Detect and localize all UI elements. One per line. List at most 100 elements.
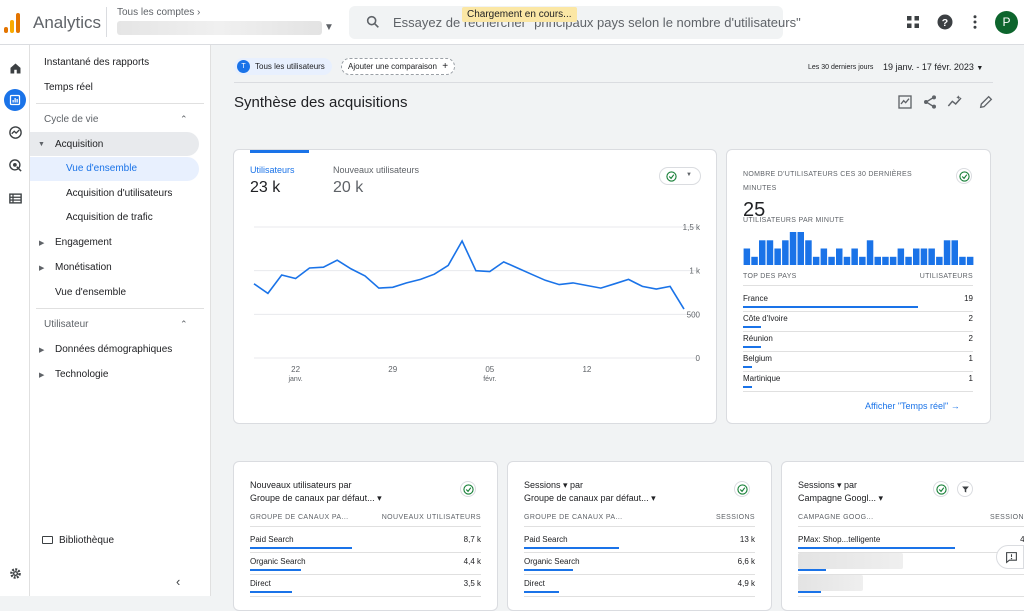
row-share-bar <box>798 591 822 593</box>
date-range-picker[interactable]: 19 janv. - 17 févr. 2023 ▼ <box>883 62 983 72</box>
nav-section-user[interactable]: Utilisateur <box>44 319 88 330</box>
caret-right-icon[interactable]: ▶ <box>39 346 44 354</box>
help-icon[interactable]: ? <box>936 13 954 31</box>
add-comparison-label: Ajouter une comparaison <box>348 62 437 71</box>
share-icon[interactable] <box>922 94 938 110</box>
card-dimension-title[interactable]: Groupe de canaux par défaut... ▾ <box>524 493 656 504</box>
reports-icon[interactable] <box>4 89 26 111</box>
table-row[interactable]: 8 <box>798 553 1024 577</box>
all-users-chip[interactable]: T Tous les utilisateurs <box>234 58 332 75</box>
chevron-up-icon[interactable]: ⌃ <box>180 114 188 125</box>
check-circle-icon[interactable] <box>956 168 972 184</box>
card-dimension-title[interactable]: Groupe de canaux par défaut... ▾ <box>250 493 382 504</box>
dimension-column-header[interactable]: CAMPAGNE GOOG... <box>798 514 874 521</box>
dimension-column-header[interactable]: GROUPE DE CANAUX PA... <box>250 514 349 521</box>
per-minute-bar <box>859 256 866 265</box>
avatar[interactable]: P <box>995 11 1018 34</box>
grid-icon[interactable] <box>904 13 922 31</box>
nav-technology[interactable]: Technologie <box>55 369 108 380</box>
view-realtime-link[interactable]: Afficher "Temps réel" → <box>865 401 960 411</box>
card-metric-title[interactable]: Sessions ▾ par <box>524 480 583 491</box>
nav-overview-2[interactable]: Vue d'ensemble <box>55 287 126 298</box>
row-value: 3,5 k <box>463 579 481 588</box>
card-metric-title[interactable]: Sessions ▾ par <box>798 480 857 491</box>
caret-right-icon[interactable]: ▶ <box>39 264 44 272</box>
check-circle-icon[interactable] <box>460 481 476 497</box>
advertising-icon[interactable] <box>4 154 26 176</box>
nav-realtime[interactable]: Temps réel <box>44 82 93 93</box>
table-row[interactable]: Direct 3,5 k <box>250 579 481 599</box>
card-dimension-title[interactable]: Campagne Googl... ▾ <box>798 493 883 504</box>
table-row[interactable]: Direct 4,9 k <box>524 579 755 599</box>
divider <box>250 596 481 597</box>
filter-icon[interactable] <box>957 481 973 497</box>
nav-acquisition[interactable]: Acquisition <box>55 139 103 150</box>
insights-icon[interactable] <box>947 94 963 110</box>
country-row[interactable]: France 19 <box>743 294 973 314</box>
nav-user-acquisition[interactable]: Acquisition d'utilisateurs <box>66 188 172 199</box>
row-share-bar <box>250 569 301 571</box>
analytics-logo-icon[interactable] <box>4 11 22 33</box>
card-metric-title[interactable]: Nouveaux utilisateurs par <box>250 480 352 490</box>
app-title[interactable]: Analytics <box>33 13 101 33</box>
nav-demographics[interactable]: Données démographiques <box>55 344 172 355</box>
nav-engagement[interactable]: Engagement <box>55 237 112 248</box>
per-minute-bar <box>766 240 774 265</box>
country-users: 19 <box>964 294 973 303</box>
divider <box>743 351 973 352</box>
account-name-redacted[interactable] <box>117 21 322 35</box>
dimension-column-header[interactable]: GROUPE DE CANAUX PA... <box>524 514 623 521</box>
divider <box>36 308 204 309</box>
more-vert-icon[interactable] <box>966 13 984 31</box>
nav-section-lifecycle[interactable]: Cycle de vie <box>44 114 98 125</box>
caret-down-icon[interactable]: ▼ <box>38 141 45 148</box>
folder-icon <box>42 536 53 544</box>
check-circle-icon[interactable] <box>734 481 750 497</box>
search-input[interactable]: Essayez de rechercher "principaux pays s… <box>393 15 801 30</box>
per-minute-bar <box>928 248 935 265</box>
feedback-button[interactable] <box>996 545 1024 569</box>
caret-right-icon[interactable]: ▶ <box>39 239 44 247</box>
customize-report-icon[interactable] <box>897 94 913 110</box>
account-picker[interactable]: Tous les comptes › <box>117 7 200 18</box>
nav-monetization[interactable]: Monétisation <box>55 262 112 273</box>
y-tick-label: 500 <box>687 310 701 319</box>
metric-column-header[interactable]: SESSIONS <box>990 514 1024 521</box>
users-header: UTILISATEURS <box>919 273 973 280</box>
row-label: Organic Search <box>524 557 580 566</box>
view-realtime-label: Afficher "Temps réel" <box>865 401 949 411</box>
configure-icon[interactable] <box>4 187 26 209</box>
table-row[interactable]: Organic Search 6,6 k <box>524 557 755 577</box>
check-circle-icon[interactable] <box>933 481 949 497</box>
y-tick-label: 1 k <box>689 267 701 276</box>
table-row[interactable]: Paid Search 13 k <box>524 535 755 555</box>
caret-right-icon[interactable]: ▶ <box>39 371 44 379</box>
x-tick-label: 05 <box>485 365 494 374</box>
per-minute-label: UTILISATEURS PAR MINUTE <box>743 217 845 224</box>
divider <box>743 371 973 372</box>
nav-overview[interactable]: Vue d'ensemble <box>66 163 137 174</box>
table-row[interactable]: 7 <box>798 575 1024 599</box>
nav-traffic-acquisition[interactable]: Acquisition de trafic <box>66 212 153 223</box>
add-comparison-button[interactable]: Ajouter une comparaison + <box>341 58 456 75</box>
nav-snapshot[interactable]: Instantané des rapports <box>44 57 149 68</box>
explore-icon[interactable] <box>4 121 26 143</box>
per-minute-bar <box>905 256 912 265</box>
table-row[interactable]: Paid Search 8,7 k <box>250 535 481 555</box>
metric-column-header[interactable]: NOUVEAUX UTILISATEURS <box>382 514 481 521</box>
edit-icon[interactable] <box>978 94 994 110</box>
collapse-nav-icon[interactable]: ‹ <box>176 574 180 589</box>
home-icon[interactable] <box>4 57 26 79</box>
country-row[interactable]: Martinique 1 <box>743 374 973 394</box>
country-row[interactable]: Réunion 2 <box>743 334 973 354</box>
table-row[interactable]: Organic Search 4,4 k <box>250 557 481 577</box>
country-row[interactable]: Belgium 1 <box>743 354 973 374</box>
loading-banner: Chargement en cours... <box>462 7 577 22</box>
caret-down-icon[interactable]: ▼ <box>324 22 334 33</box>
nav-library[interactable]: Bibliothèque <box>42 535 114 546</box>
metric-column-header[interactable]: SESSIONS <box>716 514 755 521</box>
table-row[interactable]: PMax: Shop...telligente 45 <box>798 535 1024 555</box>
country-row[interactable]: Côte d'Ivoire 2 <box>743 314 973 334</box>
settings-icon[interactable] <box>4 562 26 584</box>
chevron-up-icon[interactable]: ⌃ <box>180 319 188 330</box>
